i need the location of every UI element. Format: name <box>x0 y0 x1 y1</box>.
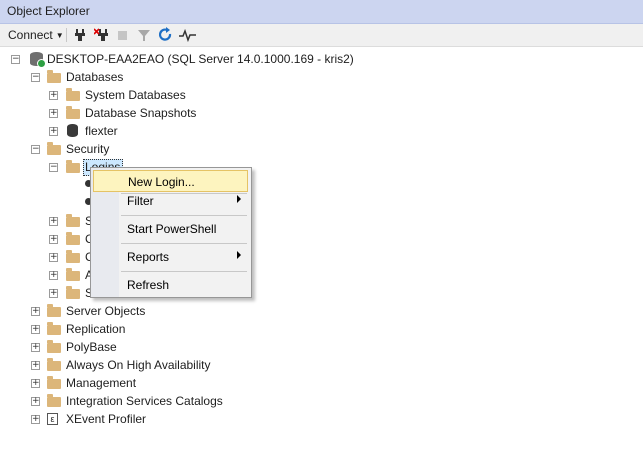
expand-icon[interactable]: + <box>31 325 40 334</box>
context-menu: New Login... Filter Start PowerShell Rep… <box>90 167 252 298</box>
connect-label: Connect <box>8 28 53 42</box>
menu-item-refresh[interactable]: Refresh <box>93 274 248 296</box>
expand-icon[interactable]: + <box>49 289 58 298</box>
toolbar-separator <box>66 28 67 42</box>
expand-icon[interactable]: + <box>49 217 58 226</box>
folder-icon <box>47 358 61 371</box>
menu-item-new-login[interactable]: New Login... <box>93 170 248 192</box>
menu-separator <box>121 215 247 216</box>
filter-icon[interactable] <box>138 27 150 43</box>
folder-icon <box>66 214 80 227</box>
folder-icon <box>47 304 61 317</box>
menu-item-reports[interactable]: Reports <box>93 246 248 268</box>
disconnect-icon[interactable] <box>94 27 110 43</box>
tree-node-databases[interactable]: Databases <box>66 70 123 84</box>
object-explorer-titlebar: Object Explorer <box>0 0 643 24</box>
expand-icon[interactable]: + <box>31 415 40 424</box>
chevron-down-icon: ▼ <box>55 30 64 40</box>
menu-item-label: New Login... <box>128 175 195 189</box>
menu-item-label: Refresh <box>127 278 170 292</box>
menu-separator <box>121 243 247 244</box>
folder-icon <box>47 394 61 407</box>
tree-node-database-snapshots[interactable]: Database Snapshots <box>85 106 196 120</box>
folder-icon <box>66 160 80 173</box>
folder-icon <box>66 88 80 101</box>
collapse-icon[interactable]: − <box>31 73 40 82</box>
expand-icon[interactable]: + <box>49 271 58 280</box>
tree-node-server-objects[interactable]: Server Objects <box>66 304 145 318</box>
folder-icon <box>47 322 61 335</box>
menu-item-filter[interactable]: Filter <box>93 190 248 212</box>
tree-node-always-on[interactable]: Always On High Availability <box>66 358 211 372</box>
expand-icon[interactable]: + <box>31 307 40 316</box>
server-running-icon <box>37 59 46 68</box>
xevent-profiler-icon: ε <box>47 413 58 425</box>
menu-separator <box>121 271 247 272</box>
expand-icon[interactable]: + <box>49 91 58 100</box>
folder-icon <box>47 142 61 155</box>
expand-icon[interactable]: + <box>31 343 40 352</box>
object-explorer-toolbar: Connect ▼ <box>0 24 643 47</box>
collapse-icon[interactable]: − <box>49 163 58 172</box>
expand-icon[interactable]: + <box>49 127 58 136</box>
tree-node-xevent-profiler[interactable]: XEvent Profiler <box>66 412 146 426</box>
expand-icon[interactable]: + <box>49 253 58 262</box>
menu-item-label: Filter <box>127 194 154 208</box>
menu-item-label: Reports <box>127 250 170 264</box>
tree-node-flexter[interactable]: flexter <box>85 124 118 138</box>
tree-node-system-databases[interactable]: System Databases <box>85 88 186 102</box>
expand-icon[interactable]: + <box>49 109 58 118</box>
tree-node-management[interactable]: Management <box>66 376 136 390</box>
folder-icon <box>47 376 61 389</box>
folder-icon <box>66 250 80 263</box>
folder-icon <box>66 106 80 119</box>
activity-monitor-icon[interactable] <box>179 27 197 43</box>
menu-item-start-powershell[interactable]: Start PowerShell <box>93 218 248 240</box>
tree-node-security[interactable]: Security <box>66 142 109 156</box>
collapse-icon[interactable]: − <box>31 145 40 154</box>
folder-icon <box>66 286 80 299</box>
submenu-arrow-icon <box>237 195 241 203</box>
stop-icon[interactable] <box>118 27 128 43</box>
window-title: Object Explorer <box>7 4 90 18</box>
tree-node-integration-services[interactable]: Integration Services Catalogs <box>66 394 223 408</box>
submenu-arrow-icon <box>237 251 241 259</box>
expand-icon[interactable]: + <box>31 397 40 406</box>
folder-icon <box>47 70 61 83</box>
expand-icon[interactable]: + <box>31 361 40 370</box>
connect-plug-icon[interactable] <box>74 27 86 43</box>
expand-icon[interactable]: + <box>49 235 58 244</box>
database-icon <box>67 124 78 137</box>
folder-icon <box>66 268 80 281</box>
tree-node-replication[interactable]: Replication <box>66 322 125 336</box>
menu-item-label: Start PowerShell <box>127 222 217 236</box>
tree-node-polybase[interactable]: PolyBase <box>66 340 117 354</box>
refresh-icon[interactable] <box>159 27 173 43</box>
connect-button[interactable]: Connect ▼ <box>8 27 64 43</box>
expand-icon[interactable]: + <box>31 379 40 388</box>
folder-icon <box>47 340 61 353</box>
server-node[interactable]: DESKTOP-EAA2EAO (SQL Server 14.0.1000.16… <box>47 52 354 66</box>
folder-icon <box>66 232 80 245</box>
collapse-icon[interactable]: − <box>11 55 20 64</box>
